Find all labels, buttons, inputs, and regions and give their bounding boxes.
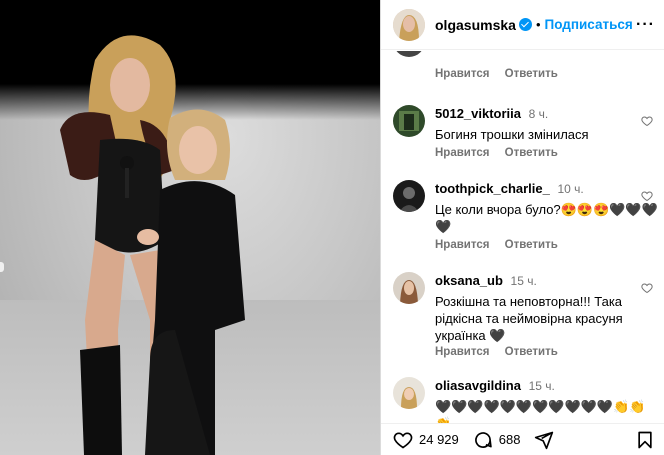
comment-body: toothpick_charlie_ 10 ч. Це коли вчора б… (435, 180, 659, 235)
separator-dot: • (535, 17, 541, 32)
author-username[interactable]: olgasumska (435, 17, 516, 33)
comment-reply-button[interactable]: Ответить (505, 147, 558, 159)
comment-text: 🖤🖤🖤🖤🖤🖤🖤🖤🖤🖤🖤👏👏👏 (435, 399, 646, 423)
comment-text: Це коли вчора було?😍😍😍🖤🖤🖤🖤 (435, 202, 658, 234)
comment-actions: Нравится Ответить (435, 147, 570, 159)
comment-reply-button[interactable]: Ответить (505, 239, 558, 251)
comment-reply-button[interactable]: Ответить (505, 68, 558, 80)
comment-like-button[interactable]: Нравится (435, 147, 489, 159)
comment-time[interactable]: 15 ч. (529, 379, 555, 393)
heart-icon[interactable] (393, 430, 413, 450)
commenter-avatar[interactable] (393, 377, 425, 409)
post-photo[interactable] (0, 0, 380, 455)
comment-actions: Нравится Ответить (435, 68, 570, 80)
likes-count[interactable]: 24 929 (419, 432, 459, 447)
comment-username[interactable]: oliasavgildina (435, 378, 521, 393)
carousel-edge-indicator (0, 262, 4, 272)
comment-actions: Нравится Ответить (435, 346, 570, 358)
post-header: olgasumska • Подписаться ··· (381, 0, 664, 50)
share-icon[interactable] (534, 430, 554, 450)
comment-username[interactable]: oksana_ub (435, 273, 503, 288)
comment-time[interactable]: 8 ч. (529, 107, 549, 121)
comment-like-button[interactable]: Нравится (435, 346, 489, 358)
comment-body: 5012_viktoriia 8 ч. Богиня трошки змінил… (435, 105, 659, 143)
comments-list[interactable]: Нравится Ответить 5012_viktoriia 8 ч. Бо… (381, 51, 664, 423)
commenter-avatar[interactable] (393, 105, 425, 137)
more-options-icon[interactable]: ··· (636, 16, 655, 34)
comment-time[interactable]: 15 ч. (511, 274, 537, 288)
post-actions-bar: 24 929 688 (381, 423, 664, 455)
commenter-avatar[interactable] (393, 180, 425, 212)
comment-icon[interactable] (473, 430, 493, 450)
comment-time[interactable]: 10 ч. (558, 182, 584, 196)
comment-text: Богиня трошки змінилася (435, 127, 589, 142)
comment-heart-icon[interactable] (641, 115, 653, 127)
follow-button[interactable]: Подписаться (545, 17, 633, 32)
verified-badge-icon (518, 18, 532, 31)
comment-like-button[interactable]: Нравится (435, 68, 489, 80)
bookmark-icon[interactable] (635, 430, 655, 450)
commenter-avatar[interactable] (393, 272, 425, 304)
comment-username[interactable]: toothpick_charlie_ (435, 181, 550, 196)
comments-count[interactable]: 688 (499, 432, 521, 447)
comment-body: oliasavgildina 15 ч. 🖤🖤🖤🖤🖤🖤🖤🖤🖤🖤🖤👏👏👏 (435, 377, 659, 423)
comment-heart-icon[interactable] (641, 190, 653, 202)
comment-text: Розкішна та неповторна!!! Така рідкісна … (435, 294, 623, 343)
comment-body: oksana_ub 15 ч. Розкішна та неповторна!!… (435, 272, 659, 344)
photo-illustration (60, 35, 245, 455)
comment-username[interactable]: 5012_viktoriia (435, 106, 521, 121)
comment-like-button[interactable]: Нравится (435, 239, 489, 251)
comment-heart-icon[interactable] (641, 282, 653, 294)
comment-reply-button[interactable]: Ответить (505, 346, 558, 358)
commenter-avatar[interactable] (393, 51, 425, 57)
comment-actions: Нравится Ответить (435, 239, 570, 251)
post-side-panel: olgasumska • Подписаться ··· Нравится От… (380, 0, 664, 455)
author-avatar[interactable] (393, 8, 425, 41)
